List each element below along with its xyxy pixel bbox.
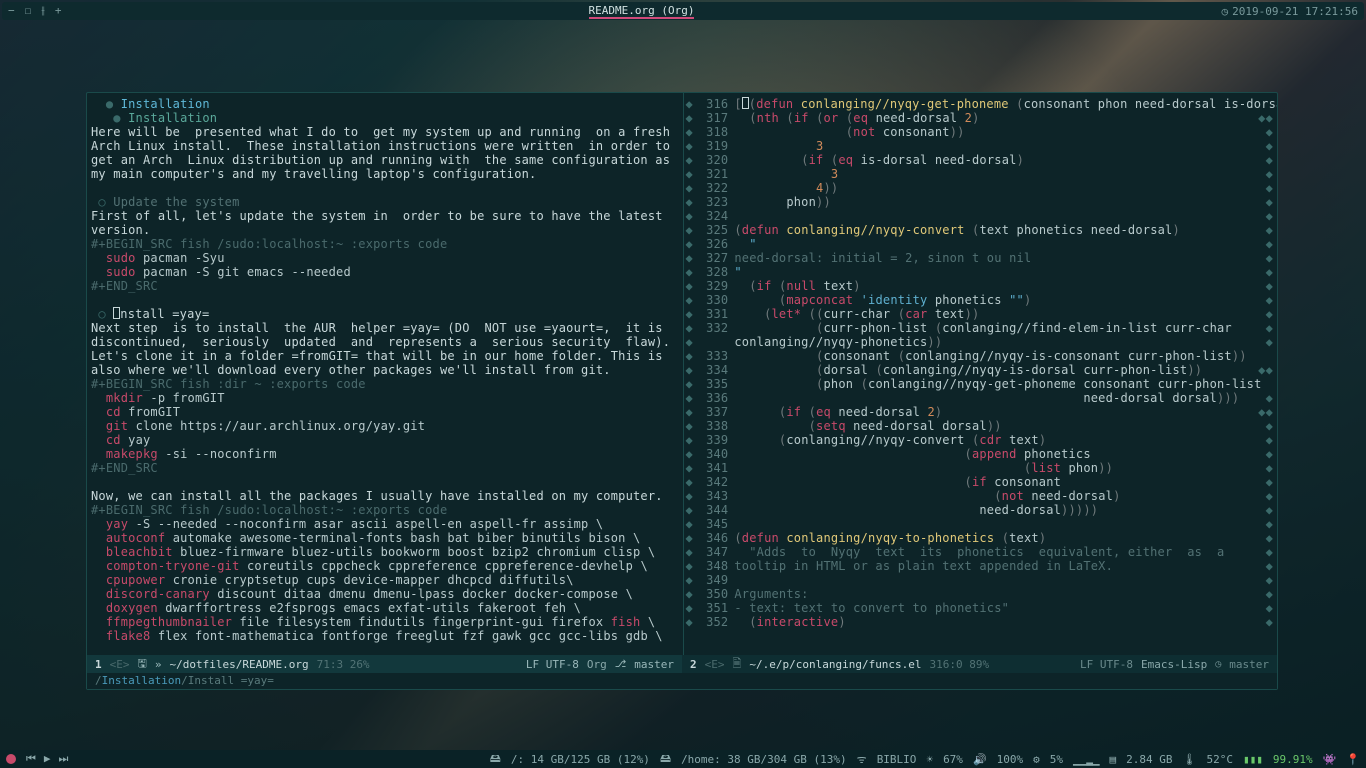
temp-icon: 🌡 bbox=[1183, 753, 1197, 766]
modeline-left[interactable]: 1 <E> 🖫 » ~/dotfiles/README.org 71:3 26%… bbox=[87, 655, 682, 673]
breadcrumb: /Installation/Install =yay= bbox=[87, 673, 1277, 689]
location-icon[interactable]: 📍 bbox=[1346, 753, 1360, 766]
brightness-icon[interactable]: ☀ bbox=[926, 753, 933, 766]
end-src-2: #+END_SRC bbox=[91, 461, 158, 475]
cpu: 5% bbox=[1050, 753, 1063, 766]
file-icon: 🗎 bbox=[733, 655, 742, 674]
window-titlebar: − ☐ ⫲ + README.org (Org) ◷ 2019-09-21 17… bbox=[2, 2, 1364, 20]
media-prev-icon[interactable]: ⏮ bbox=[26, 752, 36, 766]
end-src-1: #+END_SRC bbox=[91, 279, 158, 293]
titlebar-title-wrap: README.org (Org) bbox=[61, 4, 1221, 19]
para-update: First of all, let's update the system in… bbox=[91, 209, 663, 237]
titlebar-title: README.org (Org) bbox=[589, 4, 695, 19]
minimize-icon[interactable]: − bbox=[8, 4, 15, 18]
wifi-name: BIBLIO bbox=[877, 753, 917, 766]
cpu-bars: ▁▁▂▁ bbox=[1073, 753, 1100, 766]
begin-src-3: #+BEGIN_SRC fish /sudo:localhost:~ :expo… bbox=[91, 503, 447, 517]
headline-installation-2[interactable]: Installation bbox=[128, 111, 217, 125]
brightness: 67% bbox=[943, 753, 963, 766]
headline-installation[interactable]: Installation bbox=[121, 97, 210, 111]
media-next-icon[interactable]: ⏭ bbox=[59, 752, 69, 766]
temp: 52°C bbox=[1206, 753, 1233, 766]
battery-icon: ▮▮▮ bbox=[1243, 753, 1263, 766]
right-pane[interactable]: ◆ 316[(defun conlanging//nyqy-get-phonem… bbox=[684, 93, 1278, 655]
disk-icon: 🖴 bbox=[660, 750, 671, 768]
layout-icon[interactable]: ☐ bbox=[25, 4, 32, 18]
git-branch-icon: ⎇ bbox=[615, 659, 627, 670]
disk-home: /home: 38 GB/304 GB (13%) bbox=[681, 753, 847, 766]
bottom-status-bar: ⏮ ▶ ⏭ 🖴 /: 14 GB/125 GB (12%) 🖴 /home: 3… bbox=[0, 750, 1366, 768]
cpu-icon: ⚙ bbox=[1033, 753, 1040, 766]
file-icon: 🖫 bbox=[138, 655, 147, 674]
cmd: sudo bbox=[106, 265, 136, 279]
ram: 2.84 GB bbox=[1126, 753, 1172, 766]
plus-icon[interactable]: + bbox=[55, 4, 62, 18]
para-packages: Now, we can install all the packages I u… bbox=[91, 489, 663, 503]
wifi-icon[interactable]: ᯤ bbox=[857, 752, 867, 767]
record-icon[interactable] bbox=[6, 754, 16, 764]
begin-src-1: #+BEGIN_SRC fish /sudo:localhost:~ :expo… bbox=[91, 237, 447, 251]
modeline-right[interactable]: 2 <E> 🗎 ~/.e/p/conlanging/funcs.el 316:0… bbox=[682, 655, 1277, 673]
clock-branch-icon: ◷ bbox=[1215, 659, 1221, 670]
arrow-icon: » bbox=[155, 658, 162, 671]
cmd: sudo bbox=[106, 251, 136, 265]
datetime: 2019-09-21 17:21:56 bbox=[1232, 5, 1358, 18]
vsplit-icon[interactable]: ⫲ bbox=[41, 4, 45, 18]
editor-window: ● Installation ● Installation Here will … bbox=[86, 92, 1278, 690]
begin-src-2: #+BEGIN_SRC fish :dir ~ :exports code bbox=[91, 377, 366, 391]
para-intro: Here will be presented what I do to get … bbox=[91, 125, 670, 181]
media-play-icon[interactable]: ▶ bbox=[44, 752, 51, 766]
volume: 100% bbox=[997, 753, 1024, 766]
subhead-update[interactable]: Update the system bbox=[113, 195, 239, 209]
titlebar-left: − ☐ ⫲ + bbox=[8, 4, 61, 18]
disk-icon: 🖴 bbox=[490, 750, 501, 768]
discord-icon[interactable]: 👾 bbox=[1323, 753, 1337, 766]
battery: 99.91% bbox=[1273, 753, 1313, 766]
disk-root: /: 14 GB/125 GB (12%) bbox=[511, 753, 650, 766]
modeline-file: ~/.e/p/conlanging/funcs.el bbox=[749, 658, 921, 671]
left-pane[interactable]: ● Installation ● Installation Here will … bbox=[87, 93, 684, 655]
modelines: 1 <E> 🖫 » ~/dotfiles/README.org 71:3 26%… bbox=[87, 655, 1277, 673]
subhead-install-yay[interactable]: nstall =yay= bbox=[120, 307, 209, 321]
ram-icon: ▤ bbox=[1110, 753, 1117, 766]
clock-icon: ◷ bbox=[1222, 5, 1229, 18]
para-yay: Next step is to install the AUR helper =… bbox=[91, 321, 670, 377]
modeline-file: ~/dotfiles/README.org bbox=[170, 658, 309, 671]
volume-icon[interactable]: 🔊 bbox=[973, 753, 987, 766]
